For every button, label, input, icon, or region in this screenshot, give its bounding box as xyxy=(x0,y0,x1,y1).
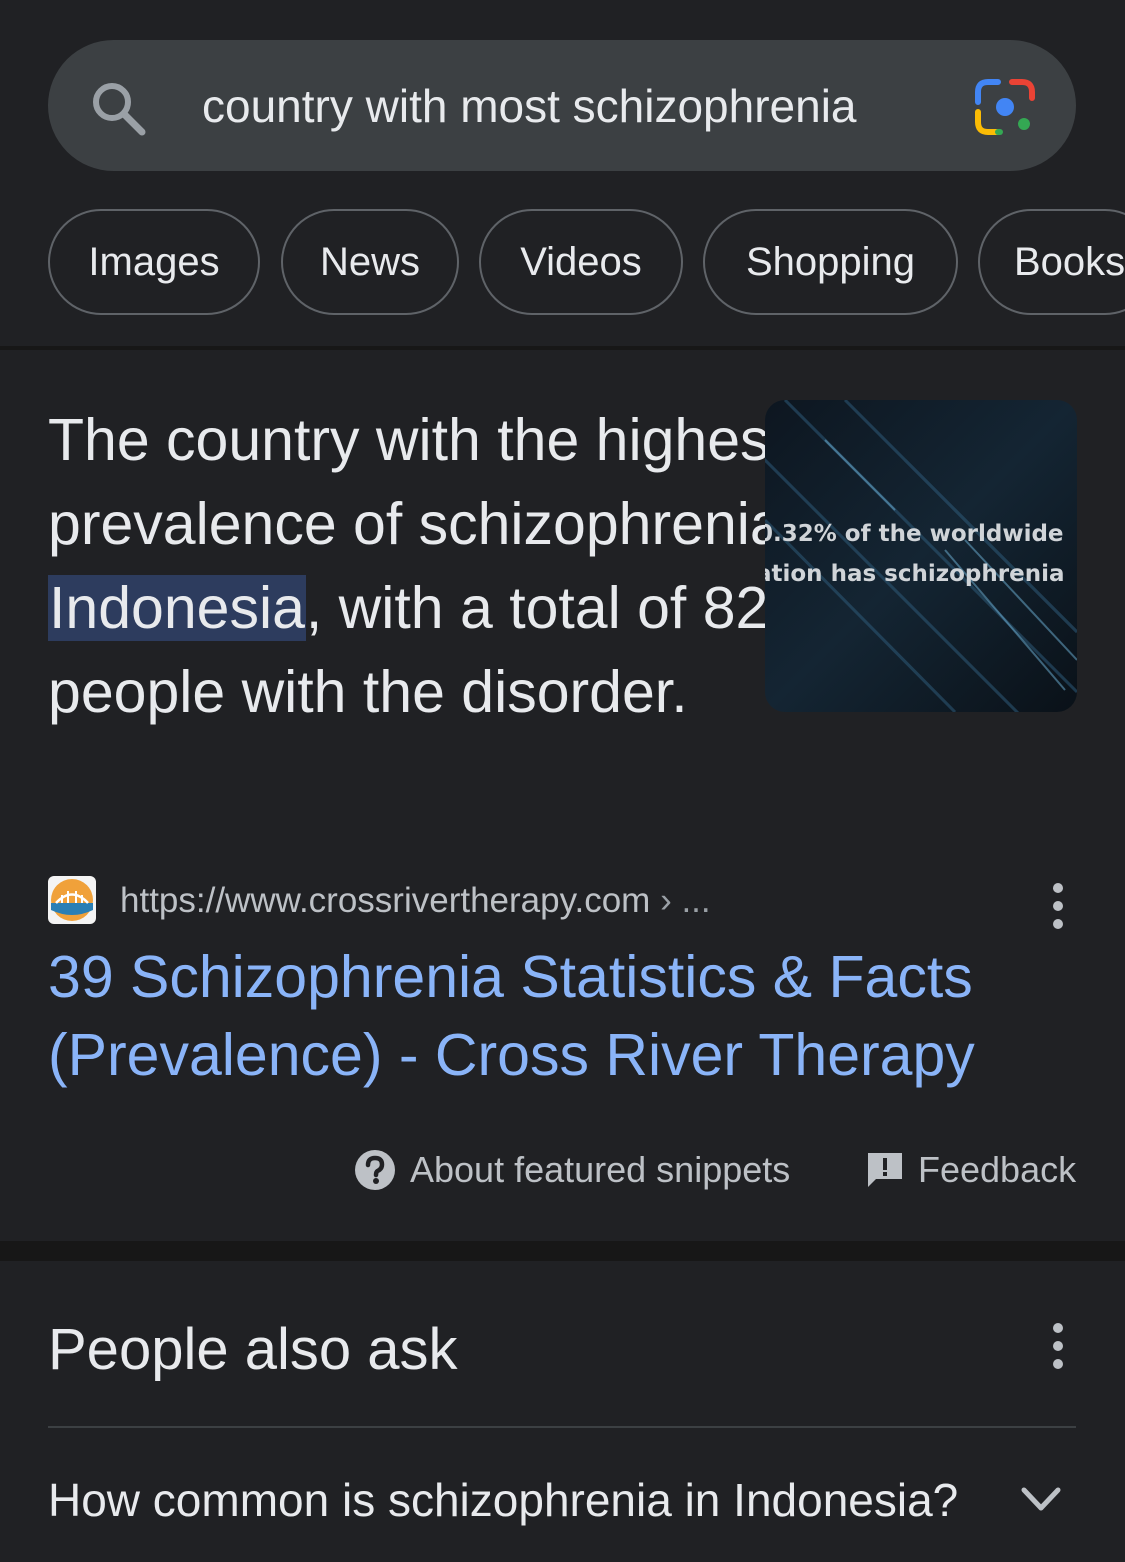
more-options-icon[interactable] xyxy=(1048,876,1068,936)
search-header: country with most schizophrenia Images N… xyxy=(0,0,1125,348)
people-also-ask-heading: People also ask xyxy=(48,1317,458,1382)
divider xyxy=(0,346,1125,350)
question-item[interactable]: How common is schizophrenia in Indonesia… xyxy=(48,1470,958,1530)
chip-label: Videos xyxy=(520,239,642,284)
google-lens-icon[interactable] xyxy=(974,78,1036,136)
bridge-logo-icon xyxy=(48,876,96,924)
chip-label: News xyxy=(319,239,421,284)
chip-label: Images xyxy=(88,239,220,284)
snippet-text-before: The country with the highest prevalence … xyxy=(48,407,842,557)
divider xyxy=(48,1426,1076,1428)
snippet-image-graphic: 0.32% of the worldwide population has sc… xyxy=(765,400,1077,712)
chip-label: Shopping xyxy=(745,239,916,284)
source-url[interactable]: https://www.crossrivertherapy.com › ... xyxy=(120,878,711,924)
snippet-image-caption: population has schizophrenia xyxy=(765,561,1065,587)
about-label: About featured snippets xyxy=(410,1149,791,1190)
chip-books[interactable]: Books xyxy=(978,209,1125,315)
search-icon[interactable] xyxy=(88,78,148,138)
search-input[interactable]: country with most schizophrenia xyxy=(202,76,857,136)
snippet-highlight: Indonesia xyxy=(48,575,306,641)
snippet-image[interactable]: 0.32% of the worldwide population has sc… xyxy=(765,400,1077,712)
feedback-label: Feedback xyxy=(918,1149,1077,1190)
chip-label: Books xyxy=(1014,239,1125,284)
chip-videos[interactable]: Videos xyxy=(479,209,683,315)
feedback-button[interactable]: Feedback xyxy=(866,1142,1076,1198)
chip-images[interactable]: Images xyxy=(48,209,260,315)
chip-shopping[interactable]: Shopping xyxy=(703,209,958,315)
result-title-link[interactable]: 39 Schizophrenia Statistics & Facts (Pre… xyxy=(48,938,1048,1094)
about-featured-snippets-button[interactable]: About featured snippets xyxy=(354,1142,790,1198)
help-circle-icon xyxy=(355,1150,395,1190)
source-url-text: https://www.crossrivertherapy.com xyxy=(120,881,651,920)
chevron-down-icon[interactable] xyxy=(1018,1480,1064,1520)
chip-news[interactable]: News xyxy=(281,209,459,315)
section-divider xyxy=(0,1241,1125,1261)
feedback-icon xyxy=(868,1153,902,1187)
snippet-image-caption: 0.32% of the worldwide xyxy=(765,521,1064,547)
more-options-icon[interactable] xyxy=(1048,1316,1068,1376)
site-favicon[interactable] xyxy=(48,876,96,924)
source-url-suffix: › ... xyxy=(660,881,711,920)
